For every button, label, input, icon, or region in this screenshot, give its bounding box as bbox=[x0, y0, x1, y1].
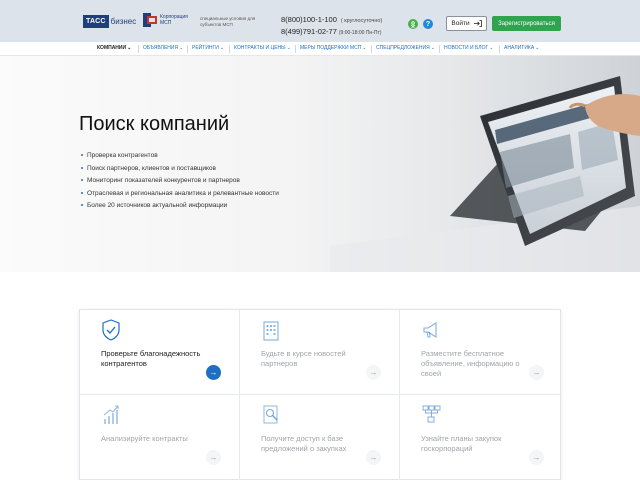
arrow-right-icon[interactable]: → bbox=[529, 365, 544, 380]
nav-item-special-offers[interactable]: Спецпредложения⌄ bbox=[376, 45, 435, 51]
chevron-down-icon: ⌄ bbox=[219, 45, 225, 51]
phone-hotline-note: ( круглосуточно) bbox=[340, 18, 383, 24]
phone-hotline[interactable]: 8(800)100-1-100( круглосуточно) bbox=[281, 15, 382, 24]
feature-list-item: Мониторинг показателей конкурентов и пар… bbox=[81, 177, 279, 190]
nav-divider bbox=[371, 45, 372, 53]
login-arrow-icon bbox=[473, 20, 482, 27]
phone-office-number: 8(499)791-02-77 bbox=[281, 27, 337, 36]
card-label: Проверьте благонадежность контрагентов bbox=[101, 349, 201, 368]
tass-logo-mark: ТАСС bbox=[83, 14, 109, 28]
odnoklassniki-icon[interactable] bbox=[408, 19, 418, 29]
card-label: Будьте в курсе новостей партнеров bbox=[261, 349, 346, 368]
card-label: Разместите бесплатное объявление, информ… bbox=[421, 349, 520, 378]
nav-item-label: Спецпредложения bbox=[376, 45, 430, 51]
card-check-reliability[interactable]: Проверьте благонадежность контрагентов → bbox=[80, 310, 240, 395]
feature-list-item: Проверка контрагентов bbox=[81, 152, 279, 165]
building-icon bbox=[263, 321, 279, 341]
feature-cards-grid: Проверьте благонадежность контрагентов →… bbox=[79, 309, 562, 480]
tablet-hand-illustration bbox=[330, 76, 640, 272]
hero-banner: Поиск компаний Проверка контрагентов Пои… bbox=[0, 56, 640, 272]
nav-divider bbox=[229, 45, 230, 53]
nav-divider bbox=[295, 45, 296, 53]
login-button[interactable]: Войти bbox=[446, 16, 487, 31]
shield-check-icon bbox=[102, 319, 120, 341]
card-label: Узнайте планы закупок госкорпораций bbox=[421, 434, 502, 453]
card-partner-news[interactable]: Будьте в курсе новостей партнеров → bbox=[240, 310, 400, 395]
nav-item-label: Компании bbox=[97, 45, 127, 51]
arrow-right-icon[interactable]: → bbox=[366, 450, 381, 465]
card-analyze-contracts[interactable]: Анализируйте контракты → bbox=[80, 395, 240, 480]
nav-item-contracts[interactable]: Контракты и цены⌄ bbox=[234, 45, 291, 51]
nav-item-news-blog[interactable]: Новости и блог⌄ bbox=[444, 45, 493, 51]
card-procurement-database[interactable]: Получите доступ к базе предложений о зак… bbox=[240, 395, 400, 480]
chevron-down-icon: ⌄ bbox=[535, 45, 540, 51]
card-corporate-procurement-plans[interactable]: Узнайте планы закупок госкорпораций → bbox=[400, 395, 562, 480]
chart-growth-icon bbox=[103, 405, 119, 424]
tass-business-logo[interactable]: ТАСС бизнес bbox=[83, 14, 136, 28]
nav-item-label: Новости и блог bbox=[444, 45, 489, 51]
nav-divider bbox=[439, 45, 440, 53]
chevron-down-icon: ⌄ bbox=[179, 45, 184, 51]
msp-corporation-logo[interactable]: Корпорация МСП bbox=[143, 13, 194, 27]
nav-item-label: Меры поддержки МСП bbox=[300, 45, 362, 51]
feature-list: Проверка контрагентов Поиск партнеров, к… bbox=[81, 152, 279, 215]
page-title: Поиск компаний bbox=[79, 113, 230, 135]
nav-item-companies[interactable]: Компании⌄ bbox=[97, 45, 131, 51]
nav-item-analytics[interactable]: Аналитика⌄ bbox=[504, 45, 539, 51]
nav-item-label: Контракты и цены bbox=[234, 45, 286, 51]
feature-list-item: Более 20 источников актуальной информаци… bbox=[81, 202, 279, 215]
main-navigation: Компании⌄ Объявления⌄ Рейтинги⌄ Контракт… bbox=[0, 42, 640, 56]
nav-item-sme-support[interactable]: Меры поддержки МСП⌄ bbox=[300, 45, 367, 51]
feature-list-item: Поиск партнеров, клиентов и поставщиков bbox=[81, 165, 279, 178]
arrow-right-icon[interactable]: → bbox=[206, 365, 221, 380]
nav-item-ratings[interactable]: Рейтинги⌄ bbox=[192, 45, 224, 51]
phone-hotline-number: 8(800)100-1-100 bbox=[281, 15, 337, 24]
tass-logo-suffix: бизнес bbox=[110, 16, 137, 26]
chevron-down-icon: ⌄ bbox=[430, 45, 435, 51]
arrow-right-icon[interactable]: → bbox=[206, 450, 221, 465]
nav-item-label: Аналитика bbox=[504, 45, 535, 51]
card-post-announcement[interactable]: Разместите бесплатное объявление, информ… bbox=[400, 310, 562, 395]
arrow-right-icon[interactable]: → bbox=[529, 450, 544, 465]
nav-item-announcements[interactable]: Объявления⌄ bbox=[143, 45, 183, 51]
arrow-right-icon[interactable]: → bbox=[366, 365, 381, 380]
site-header: ТАСС бизнес Корпорация МСП специальные у… bbox=[0, 0, 640, 42]
card-label: Анализируйте контракты bbox=[101, 434, 188, 443]
chevron-down-icon: ⌄ bbox=[489, 45, 494, 51]
org-chart-icon bbox=[422, 405, 441, 423]
msp-subtitle: специальные условия для субъектов МСП bbox=[200, 16, 256, 27]
phone-office[interactable]: 8(499)791-02-77 (9:00-18:00 Пн-Пт) bbox=[281, 27, 381, 36]
chevron-down-icon: ⌄ bbox=[127, 45, 132, 51]
card-label: Получите доступ к базе предложений о зак… bbox=[261, 434, 347, 453]
nav-item-label: Рейтинги bbox=[192, 45, 219, 51]
phone-office-note: (9:00-18:00 Пн-Пт) bbox=[338, 30, 382, 36]
megaphone-icon bbox=[423, 322, 437, 338]
msp-logo-icon bbox=[143, 13, 157, 27]
msp-logo-text: Корпорация МСП bbox=[160, 14, 188, 26]
nav-divider bbox=[187, 45, 188, 53]
register-button[interactable]: Зарегистрироваться bbox=[492, 16, 561, 31]
search-document-icon bbox=[263, 405, 278, 424]
nav-item-label: Объявления bbox=[143, 45, 179, 51]
nav-divider bbox=[499, 45, 500, 53]
nav-divider bbox=[138, 45, 139, 53]
feature-list-item: Отраслевая и региональная аналитика и ре… bbox=[81, 190, 279, 203]
chevron-down-icon: ⌄ bbox=[362, 45, 367, 51]
chevron-down-icon: ⌄ bbox=[286, 45, 291, 51]
login-button-label: Войти bbox=[451, 20, 470, 27]
help-icon[interactable]: ? bbox=[423, 19, 433, 29]
